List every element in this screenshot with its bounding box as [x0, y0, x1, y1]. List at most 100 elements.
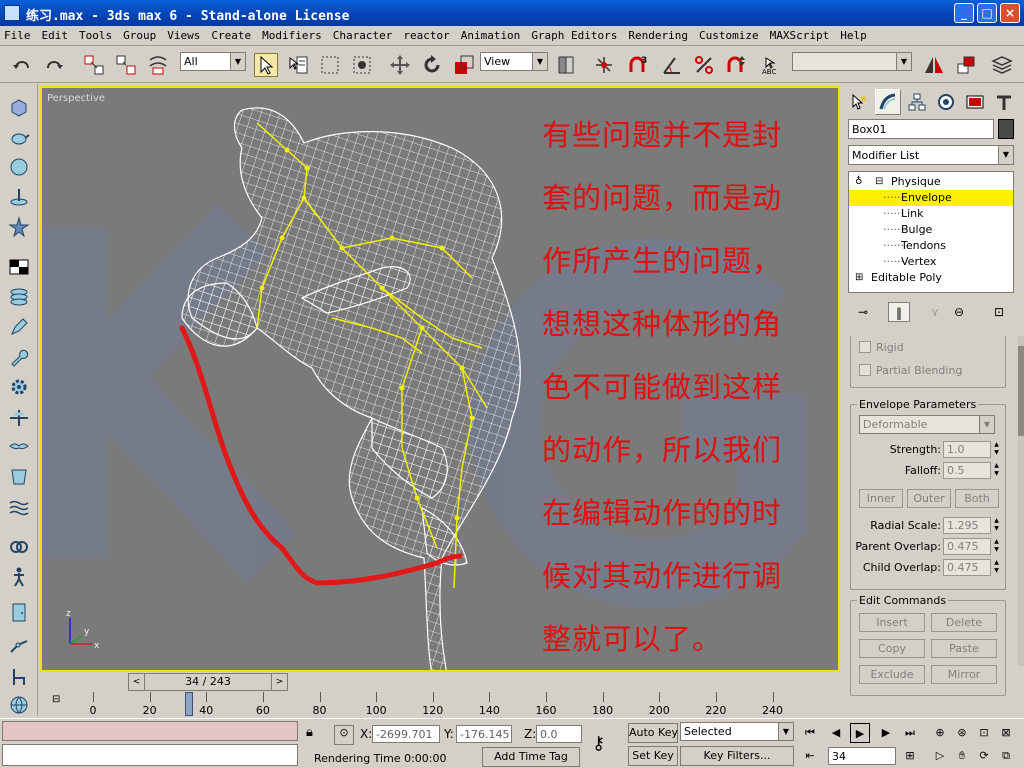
move-icon[interactable] [388, 53, 412, 77]
menu-maxscript[interactable]: MAXScript [770, 29, 830, 42]
bird-icon[interactable] [6, 434, 32, 460]
stack-item-bulge[interactable]: ······ Bulge [849, 222, 1013, 238]
prev-frame-icon[interactable]: < [129, 674, 145, 690]
spinner-arrows-icon[interactable]: ▲ ▼ [991, 462, 1002, 479]
menu-character[interactable]: Character [333, 29, 393, 42]
menu-create[interactable]: Create [211, 29, 251, 42]
window-crossing-icon[interactable] [350, 53, 374, 77]
expand-icon[interactable]: ⊞ [855, 270, 863, 286]
menu-reactor[interactable]: reactor [403, 29, 449, 42]
hierarchy-tab-icon[interactable] [904, 89, 930, 115]
delete-button[interactable]: Delete [931, 613, 997, 632]
play-icon[interactable]: ▶︎ [850, 723, 870, 743]
menu-rendering[interactable]: Rendering [628, 29, 688, 42]
menu-views[interactable]: Views [167, 29, 200, 42]
region-select-icon[interactable] [318, 53, 342, 77]
viewport-label[interactable]: Perspective [47, 93, 105, 104]
selection-filter-dropdown[interactable]: All ▼ [180, 52, 246, 71]
prev-key-icon[interactable]: ◀︎ [826, 723, 846, 743]
pan-icon[interactable]: ✋︎ [952, 746, 972, 766]
lightbulb-icon[interactable]: ♁ [855, 174, 862, 190]
z-coordinate-field[interactable]: 0.0 [536, 725, 582, 743]
spinner-arrows-icon[interactable]: ▲ ▼ [991, 559, 1002, 576]
bones-icon[interactable] [6, 634, 32, 660]
checker-icon[interactable] [6, 254, 32, 280]
insert-button[interactable]: Insert [859, 613, 925, 632]
door-icon[interactable] [6, 599, 32, 625]
minimize-button[interactable]: _ [954, 3, 974, 23]
unlink-icon[interactable] [114, 53, 138, 77]
time-configuration-icon[interactable]: ⊞ [900, 746, 920, 766]
partial-blending-checkbox[interactable]: Partial Blending [859, 364, 962, 377]
select-object-icon[interactable] [254, 53, 278, 77]
copy-button[interactable]: Copy [859, 639, 925, 658]
falloff-spinner[interactable]: 0.5 ▲ ▼ [943, 462, 999, 479]
box-icon[interactable] [6, 94, 32, 120]
gear-icon[interactable] [6, 374, 32, 400]
edit-named-selections-icon[interactable]: ABC [760, 53, 784, 77]
next-key-icon[interactable]: ▶︎ [876, 723, 896, 743]
named-selection-dropdown[interactable]: ▼ [792, 52, 912, 71]
track-bar-playhead[interactable] [185, 692, 194, 716]
motion-tab-icon[interactable] [933, 89, 959, 115]
parent-overlap-spinner[interactable]: 0.475 ▲ ▼ [943, 538, 999, 555]
stack-item-editable-poly[interactable]: ⊞ Editable Poly [849, 270, 1013, 286]
both-button[interactable]: Both [955, 489, 999, 508]
child-overlap-spinner[interactable]: 0.475 ▲ ▼ [943, 559, 999, 576]
show-end-result-icon[interactable]: ‖ [888, 302, 910, 322]
percent-snap-icon[interactable] [692, 53, 716, 77]
menu-edit[interactable]: Edit [42, 29, 69, 42]
radial-scale-spinner[interactable]: 1.295 ▲ ▼ [943, 517, 999, 534]
modify-tab-icon[interactable] [875, 89, 901, 115]
cylinder-icon[interactable] [6, 184, 32, 210]
mirror-button[interactable]: Mirror [931, 665, 997, 684]
key-filters-button[interactable]: Key Filters... [680, 746, 794, 766]
pivot-icon[interactable] [554, 53, 578, 77]
object-color-swatch[interactable] [998, 119, 1014, 139]
layer-manager-icon[interactable] [990, 53, 1014, 77]
inner-button[interactable]: Inner [859, 489, 903, 508]
zoom-extents-icon[interactable]: ⊡ [974, 723, 994, 743]
object-name-field[interactable]: Box01 [848, 119, 994, 139]
perspective-viewport[interactable]: x y z Perspective 有些问题并不是封 套的问题，而是动 作所产生… [40, 86, 840, 672]
pin-stack-icon[interactable]: ⊸ [852, 302, 874, 322]
exclude-button[interactable]: Exclude [859, 665, 925, 684]
status-prompt-field[interactable] [2, 744, 298, 766]
menu-graph-editors[interactable]: Graph Editors [531, 29, 617, 42]
strength-spinner[interactable]: 1.0 ▲ ▼ [943, 441, 999, 458]
spinner-arrows-icon[interactable]: ▲ ▼ [991, 441, 1002, 458]
snap-3d-icon[interactable]: 3 [626, 53, 650, 77]
outer-button[interactable]: Outer [907, 489, 951, 508]
command-panel-scrollbar[interactable] [1018, 336, 1024, 666]
reference-coord-dropdown[interactable]: View ▼ [480, 52, 548, 71]
zoom-icon[interactable]: ⊕ [930, 723, 950, 743]
add-time-tag-button[interactable]: Add Time Tag [482, 747, 580, 767]
pencil-icon[interactable] [6, 314, 32, 340]
star-icon[interactable] [6, 214, 32, 240]
set-key-button[interactable]: Set Key [628, 746, 678, 766]
paste-button[interactable]: Paste [931, 639, 997, 658]
knot-icon[interactable] [6, 534, 32, 560]
maxscript-listener-mini[interactable] [2, 721, 298, 741]
mirror-icon[interactable] [922, 53, 946, 77]
lock-icon[interactable]: 🔒︎ [306, 725, 326, 745]
globe-icon[interactable] [6, 692, 32, 718]
menu-tools[interactable]: Tools [79, 29, 112, 42]
key-mode-toggle-icon[interactable]: ⇤ [800, 746, 820, 766]
menu-customize[interactable]: Customize [699, 29, 759, 42]
menu-modifiers[interactable]: Modifiers [262, 29, 322, 42]
zoom-extents-all-icon[interactable]: ⊠ [996, 723, 1016, 743]
rotate-icon[interactable] [420, 53, 444, 77]
cloth-icon[interactable] [6, 464, 32, 490]
display-tab-icon[interactable] [962, 89, 988, 115]
stack-item-link[interactable]: ······ Link [849, 206, 1013, 222]
collapse-icon[interactable]: ⊟ [875, 174, 883, 190]
stack-layers-icon[interactable] [6, 284, 32, 310]
maximize-button[interactable]: □ [977, 3, 997, 23]
transform-type-in-icon[interactable]: ⊙ [334, 725, 354, 745]
select-link-icon[interactable] [82, 53, 106, 77]
align-icon[interactable] [954, 53, 978, 77]
stack-item-physique[interactable]: ♁ ⊟ Physique [849, 174, 1013, 190]
waves-icon[interactable] [6, 494, 32, 520]
maximize-viewport-icon[interactable]: ⧉ [996, 746, 1016, 766]
